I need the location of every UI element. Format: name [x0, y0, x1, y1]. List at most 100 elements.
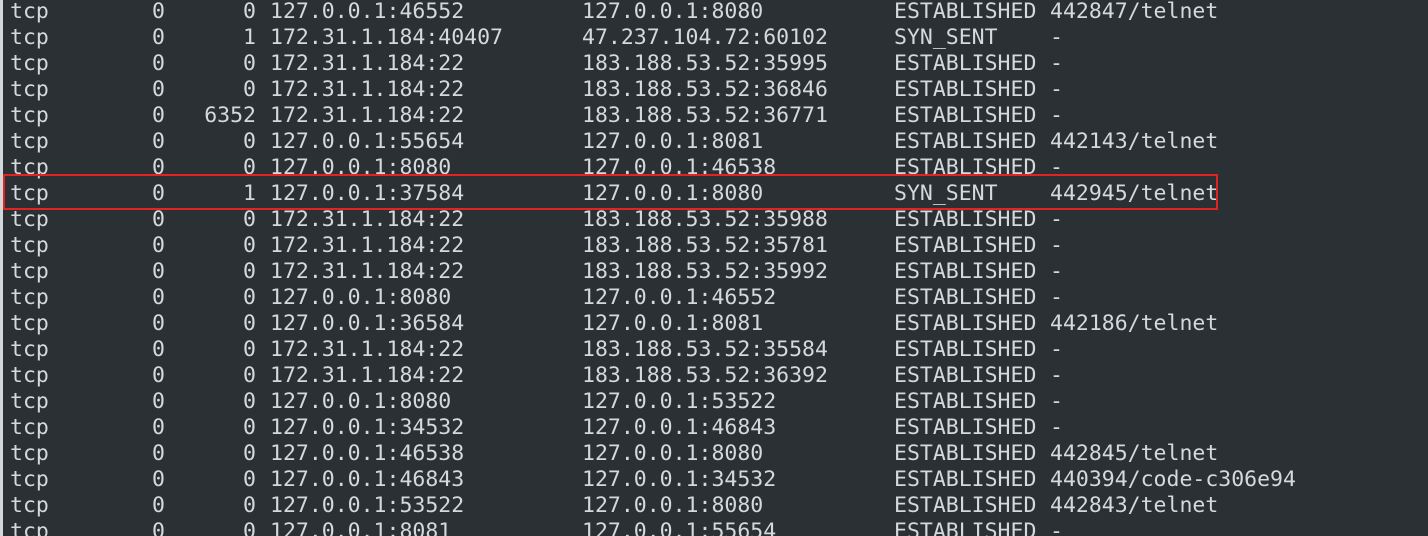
state-cell: ESTABLISHED	[894, 207, 1037, 232]
connection-row: tcp 0 0 127.0.0.1:36584 127.0.0.1:8081 ESTABL…	[0, 311, 1428, 337]
state-cell: ESTABLISHED	[894, 441, 1037, 466]
send-q-cell: 0	[243, 493, 256, 518]
protocol-cell: tcp	[10, 0, 49, 24]
foreign-address-cell: 183.188.53.52:35584	[582, 337, 828, 362]
protocol-cell: tcp	[10, 337, 49, 362]
pid-program-cell: -	[1050, 519, 1063, 536]
local-address-cell: 127.0.0.1:46552	[270, 0, 465, 24]
state-cell: ESTABLISHED	[894, 467, 1037, 492]
state-cell: ESTABLISHED	[894, 103, 1037, 128]
send-q-cell: 0	[243, 467, 256, 492]
connection-row: tcp 0 0 172.31.1.184:22 183.188.53.52:35988 E…	[0, 207, 1428, 233]
pid-program-cell: -	[1050, 389, 1063, 414]
protocol-cell: tcp	[10, 467, 49, 492]
recv-q-cell: 0	[152, 25, 165, 50]
connection-row: tcp 0 0 127.0.0.1:8080 127.0.0.1:46538 ESTABL…	[0, 155, 1428, 181]
connection-row: tcp 0 0 172.31.1.184:22 183.188.53.52:36392 E…	[0, 363, 1428, 389]
protocol-cell: tcp	[10, 415, 49, 440]
recv-q-cell: 0	[152, 181, 165, 206]
protocol-cell: tcp	[10, 311, 49, 336]
local-address-cell: 172.31.1.184:22	[270, 337, 465, 362]
local-address-cell: 127.0.0.1:8081	[270, 519, 452, 536]
connection-row: tcp 0 0 172.31.1.184:22 183.188.53.52:35992 E…	[0, 259, 1428, 285]
state-cell: ESTABLISHED	[894, 0, 1037, 24]
connection-row: tcp 0 0 127.0.0.1:53522 127.0.0.1:8080 ESTABL…	[0, 493, 1428, 519]
pid-program-cell: -	[1050, 233, 1063, 258]
pid-program-cell: -	[1050, 103, 1063, 128]
recv-q-cell: 0	[152, 467, 165, 492]
recv-q-cell: 0	[152, 363, 165, 388]
pid-program-cell: 442847/telnet	[1050, 0, 1219, 24]
protocol-cell: tcp	[10, 129, 49, 154]
send-q-cell: 0	[243, 441, 256, 466]
send-q-cell: 1	[243, 25, 256, 50]
recv-q-cell: 0	[152, 129, 165, 154]
protocol-cell: tcp	[10, 441, 49, 466]
protocol-cell: tcp	[10, 155, 49, 180]
pid-program-cell: 440394/code-c306e94	[1050, 467, 1296, 492]
foreign-address-cell: 183.188.53.52:35995	[582, 51, 828, 76]
local-address-cell: 127.0.0.1:34532	[270, 415, 465, 440]
state-cell: ESTABLISHED	[894, 493, 1037, 518]
send-q-cell: 0	[243, 155, 256, 180]
connection-row: tcp 0 0 127.0.0.1:8080 127.0.0.1:46552 ESTABL…	[0, 285, 1428, 311]
foreign-address-cell: 47.237.104.72:60102	[582, 25, 828, 50]
send-q-cell: 0	[243, 519, 256, 536]
local-address-cell: 127.0.0.1:46843	[270, 467, 465, 492]
protocol-cell: tcp	[10, 519, 49, 536]
local-address-cell: 172.31.1.184:22	[270, 103, 465, 128]
pid-program-cell: -	[1050, 207, 1063, 232]
pid-program-cell: -	[1050, 259, 1063, 284]
state-cell: ESTABLISHED	[894, 233, 1037, 258]
foreign-address-cell: 127.0.0.1:46552	[582, 285, 777, 310]
connection-row: tcp 0 0 127.0.0.1:46552 127.0.0.1:8080 ESTABL…	[0, 0, 1428, 25]
local-address-cell: 127.0.0.1:36584	[270, 311, 465, 336]
local-address-cell: 172.31.1.184:22	[270, 207, 465, 232]
recv-q-cell: 0	[152, 493, 165, 518]
send-q-cell: 0	[243, 311, 256, 336]
connection-row: tcp 0 0 172.31.1.184:22 183.188.53.52:35584 E…	[0, 337, 1428, 363]
send-q-cell: 0	[243, 415, 256, 440]
state-cell: ESTABLISHED	[894, 51, 1037, 76]
state-cell: ESTABLISHED	[894, 389, 1037, 414]
protocol-cell: tcp	[10, 25, 49, 50]
recv-q-cell: 0	[152, 233, 165, 258]
recv-q-cell: 0	[152, 77, 165, 102]
local-address-cell: 127.0.0.1:8080	[270, 389, 452, 414]
recv-q-cell: 0	[152, 337, 165, 362]
send-q-cell: 0	[243, 259, 256, 284]
send-q-cell: 0	[243, 389, 256, 414]
foreign-address-cell: 127.0.0.1:8080	[582, 0, 764, 24]
foreign-address-cell: 127.0.0.1:8081	[582, 129, 764, 154]
protocol-cell: tcp	[10, 181, 49, 206]
connection-row: tcp 0 0 172.31.1.184:22 183.188.53.52:35781 E…	[0, 233, 1428, 259]
recv-q-cell: 0	[152, 441, 165, 466]
protocol-cell: tcp	[10, 493, 49, 518]
state-cell: ESTABLISHED	[894, 77, 1037, 102]
foreign-address-cell: 183.188.53.52:36771	[582, 103, 828, 128]
pid-program-cell: -	[1050, 337, 1063, 362]
protocol-cell: tcp	[10, 103, 49, 128]
protocol-cell: tcp	[10, 77, 49, 102]
protocol-cell: tcp	[10, 259, 49, 284]
protocol-cell: tcp	[10, 233, 49, 258]
recv-q-cell: 0	[152, 0, 165, 24]
foreign-address-cell: 127.0.0.1:8080	[582, 181, 764, 206]
state-cell: SYN_SENT	[894, 181, 998, 206]
send-q-cell: 6352	[204, 103, 256, 128]
protocol-cell: tcp	[10, 389, 49, 414]
send-q-cell: 0	[243, 363, 256, 388]
foreign-address-cell: 183.188.53.52:35988	[582, 207, 828, 232]
protocol-cell: tcp	[10, 51, 49, 76]
send-q-cell: 0	[243, 233, 256, 258]
local-address-cell: 172.31.1.184:22	[270, 259, 465, 284]
connection-row: tcp 0 0 127.0.0.1:8081 127.0.0.1:55654 ESTABL…	[0, 519, 1428, 536]
send-q-cell: 0	[243, 129, 256, 154]
send-q-cell: 0	[243, 207, 256, 232]
state-cell: ESTABLISHED	[894, 155, 1037, 180]
foreign-address-cell: 127.0.0.1:53522	[582, 389, 777, 414]
foreign-address-cell: 127.0.0.1:8080	[582, 441, 764, 466]
pid-program-cell: 442143/telnet	[1050, 129, 1219, 154]
protocol-cell: tcp	[10, 363, 49, 388]
pid-program-cell: -	[1050, 77, 1063, 102]
